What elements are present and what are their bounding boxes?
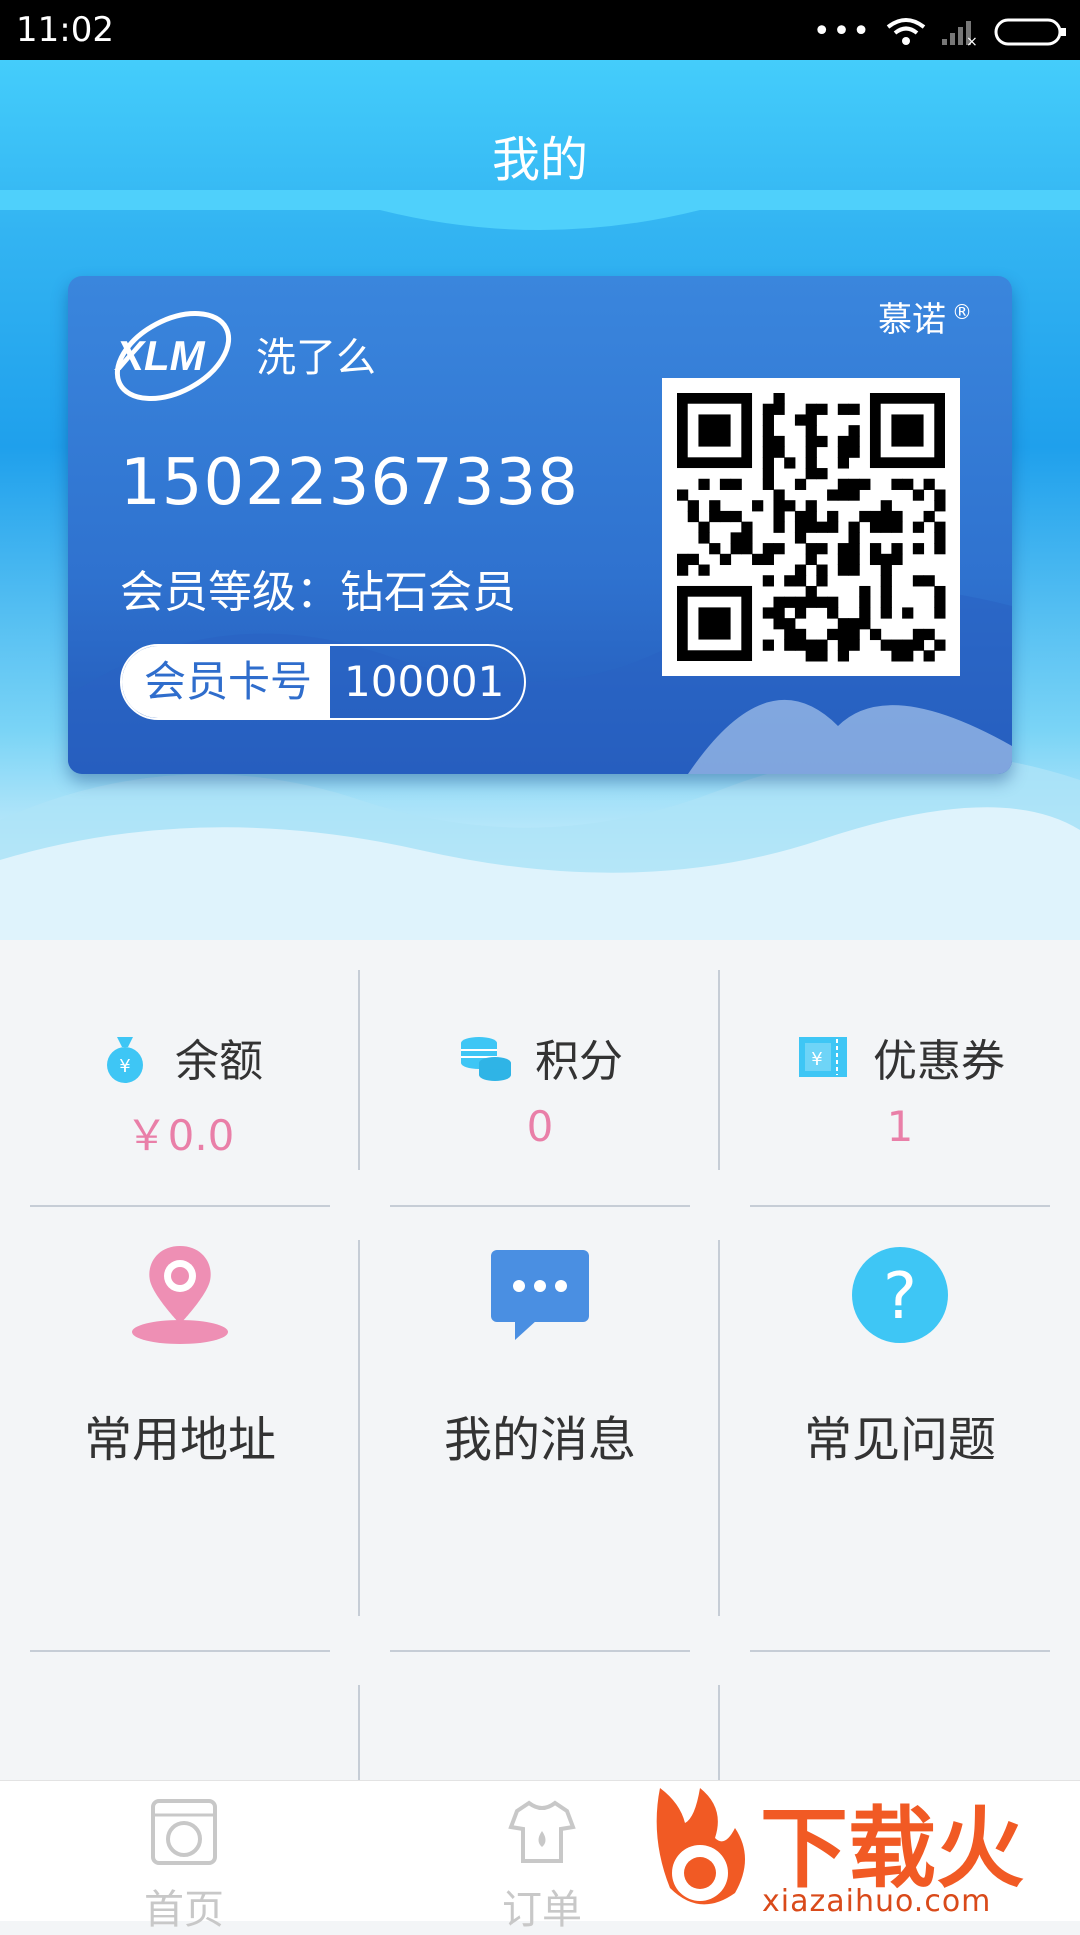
coupon-value: 1	[886, 1102, 914, 1151]
status-bar: 11:02 ••• ×	[0, 0, 1080, 60]
page-title: 我的	[491, 132, 588, 188]
wifi-icon	[886, 17, 926, 45]
trademark: 慕诺 ®	[878, 292, 972, 341]
money-bag-icon: ¥	[107, 1037, 143, 1083]
points-cell[interactable]: 积分 0	[360, 920, 720, 1200]
member-card: XLM 洗了么 慕诺 ® 15022367338 会员等级：钻石会员 会员卡号 1…	[68, 276, 1012, 774]
tab-orders[interactable]: 订单	[442, 1797, 642, 1935]
card-number: 100001	[344, 657, 505, 706]
divider	[30, 1650, 330, 1652]
card-number-pill: 会员卡号 100001	[120, 644, 527, 720]
coupon-row: ¥ 优惠券	[720, 1025, 1080, 1089]
divider	[30, 1205, 330, 1207]
tab-home[interactable]: 首页	[84, 1797, 284, 1935]
address-cell[interactable]: 常用地址	[0, 1240, 360, 1540]
location-pin-icon	[132, 1246, 228, 1344]
tab-home-label: 首页	[144, 1887, 224, 1933]
faq-label: 常见问题	[803, 1412, 996, 1468]
message-bubble-icon	[491, 1250, 589, 1340]
balance-label: 余额	[175, 1036, 263, 1087]
divider	[358, 1685, 360, 1780]
brand-logo-text: XLM	[114, 332, 206, 379]
balance-row: ¥ 余额	[0, 1025, 360, 1089]
svg-text:¥: ¥	[811, 1049, 822, 1070]
battery-icon	[994, 18, 1066, 45]
registered-mark: ®	[952, 299, 972, 324]
divider	[750, 1205, 1050, 1207]
status-icons: ••• ×	[813, 14, 1068, 49]
signal-icon: ×	[942, 20, 978, 47]
qr-code[interactable]	[662, 378, 960, 676]
member-phone: 15022367338	[120, 446, 579, 520]
more-dots-icon: •••	[812, 14, 872, 49]
balance-value: ￥0.0	[125, 1111, 235, 1160]
brand-name: 洗了么	[256, 335, 376, 381]
address-label: 常用地址	[83, 1412, 276, 1468]
fire-logo-icon	[656, 1788, 745, 1905]
tab-orders-label: 订单	[502, 1887, 582, 1933]
divider	[390, 1650, 690, 1652]
faq-cell[interactable]: ? 常见问题	[720, 1240, 1080, 1540]
divider	[750, 1650, 1050, 1652]
question-icon: ?	[852, 1247, 948, 1343]
qr-code-image	[677, 393, 946, 662]
watermark-url: xiazaihuo.com	[762, 1884, 992, 1919]
coupon-label: 优惠券	[873, 1036, 1005, 1087]
messages-label: 我的消息	[443, 1412, 636, 1468]
coupon-cell[interactable]: ¥ 优惠券 1	[720, 920, 1080, 1200]
menu-grid: ¥ 余额 ￥0.0 积分 0 ¥ 优惠券 1 常用地址 我的消息 ? 常见问题	[0, 920, 1080, 1780]
points-label: 积分	[535, 1036, 623, 1087]
card-number-label: 会员卡号	[122, 646, 331, 718]
washing-machine-icon	[151, 1799, 217, 1865]
status-time: 11:02	[16, 10, 114, 50]
coupon-icon: ¥	[799, 1037, 847, 1077]
divider	[718, 1685, 720, 1780]
points-value: 0	[526, 1102, 554, 1151]
watermark: 下载火 xiazaihuo.com	[640, 1778, 1080, 1920]
coins-icon	[461, 1037, 511, 1081]
points-row: 积分	[360, 1025, 720, 1089]
member-level: 会员等级：钻石会员	[120, 567, 516, 618]
balance-cell[interactable]: ¥ 余额 ￥0.0	[0, 920, 360, 1200]
brand-logo: XLM	[114, 311, 232, 401]
shirt-icon	[508, 1800, 576, 1863]
brand: XLM 洗了么	[108, 304, 376, 404]
divider	[390, 1205, 690, 1207]
trademark-text: 慕诺	[878, 300, 946, 340]
svg-text:¥: ¥	[119, 1056, 130, 1077]
messages-cell[interactable]: 我的消息	[360, 1240, 720, 1540]
svg-text:?: ?	[883, 1260, 917, 1334]
svg-text:×: ×	[966, 34, 978, 47]
